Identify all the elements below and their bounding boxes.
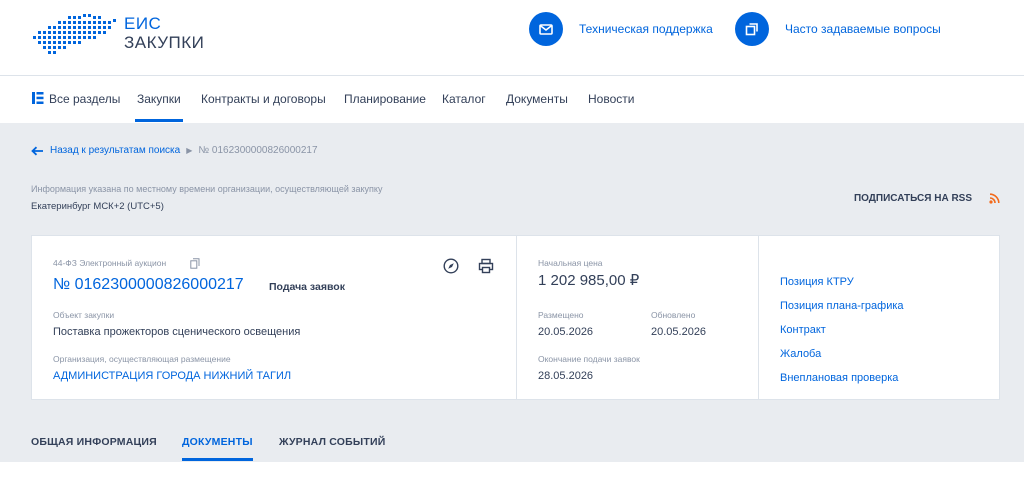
compass-icon[interactable]: [443, 258, 459, 274]
print-icon[interactable]: [478, 258, 494, 274]
object-value: Поставка прожекторов сценического освеще…: [53, 326, 301, 338]
russia-map-logo-icon[interactable]: [30, 12, 120, 58]
object-label: Объект закупки: [53, 310, 115, 320]
back-to-results-link[interactable]: Назад к результатам поиска: [50, 145, 180, 156]
placed-value: 20.05.2026: [538, 326, 594, 338]
content-area: [0, 462, 1024, 483]
purchase-type: 44-ФЗ Электронный аукцион: [53, 258, 167, 268]
organization-label: Организация, осуществляющая размещение: [53, 354, 231, 364]
unscheduled-inspection-link[interactable]: Внеплановая проверка: [780, 372, 898, 384]
header: ЕИС ЗАКУПКИ Техническая поддержка Часто …: [0, 0, 1024, 75]
tech-support-link[interactable]: Техническая поддержка: [529, 12, 713, 46]
purchase-card: 44-ФЗ Электронный аукцион № 016230000082…: [31, 235, 1000, 400]
initial-price-label: Начальная цена: [538, 258, 603, 268]
ktru-position-link[interactable]: Позиция КТРУ: [780, 276, 854, 288]
nav-all-sections[interactable]: Все разделы: [49, 92, 120, 106]
chevron-right-icon: ▶: [186, 146, 193, 155]
main-nav: Все разделы Закупки Контракты и договоры…: [0, 75, 1024, 123]
sections-icon[interactable]: [31, 91, 45, 105]
contract-link[interactable]: Контракт: [780, 324, 826, 336]
nav-planning[interactable]: Планирование: [344, 92, 426, 106]
tab-general-info[interactable]: ОБЩАЯ ИНФОРМАЦИЯ: [31, 436, 157, 448]
nav-documents[interactable]: Документы: [506, 92, 568, 106]
end-date-label: Окончание подачи заявок: [538, 354, 640, 364]
updated-value: 20.05.2026: [651, 326, 707, 338]
end-date-value: 28.05.2026: [538, 370, 594, 382]
arrow-left-icon[interactable]: [31, 146, 44, 156]
copy-icon[interactable]: [190, 258, 200, 269]
price-dates: Начальная цена 1 202 985,00 ₽ Размещено …: [516, 236, 758, 399]
registry-number-link[interactable]: № 0162300000826000217: [53, 276, 244, 294]
faq-link[interactable]: Часто задаваемые вопросы: [735, 12, 941, 46]
tab-event-log[interactable]: ЖУРНАЛ СОБЫТИЙ: [279, 436, 386, 448]
brand-name[interactable]: ЕИС ЗАКУПКИ: [124, 14, 204, 52]
tab-documents[interactable]: ДОКУМЕНТЫ: [182, 436, 253, 461]
updated-label: Обновлено: [651, 310, 696, 320]
brand-line1: ЕИС: [124, 14, 162, 33]
nav-contracts[interactable]: Контракты и договоры: [201, 92, 326, 106]
organization-link[interactable]: АДМИНИСТРАЦИЯ ГОРОДА НИЖНИЙ ТАГИЛ: [53, 370, 291, 382]
rss-icon[interactable]: [989, 193, 1000, 204]
tech-support-label: Техническая поддержка: [579, 22, 713, 36]
faq-label: Часто задаваемые вопросы: [785, 22, 941, 36]
brand-line2: ЗАКУПКИ: [124, 33, 205, 52]
plan-schedule-position-link[interactable]: Позиция плана-графика: [780, 300, 904, 312]
breadcrumb: Назад к результатам поиска ▶ № 016230000…: [31, 145, 318, 156]
copy-windows-icon: [735, 12, 769, 46]
nav-purchases[interactable]: Закупки: [135, 92, 183, 122]
nav-news[interactable]: Новости: [588, 92, 634, 106]
complaint-link[interactable]: Жалоба: [780, 348, 821, 360]
mail-icon: [529, 12, 563, 46]
breadcrumb-current: № 0162300000826000217: [198, 145, 318, 156]
detail-tabs: ОБЩАЯ ИНФОРМАЦИЯ ДОКУМЕНТЫ ЖУРНАЛ СОБЫТИ…: [0, 422, 1024, 462]
timezone-value: Екатеринбург МСК+2 (UTC+5): [31, 201, 164, 212]
status-badge: Подача заявок: [269, 281, 345, 293]
initial-price-value: 1 202 985,00 ₽: [538, 272, 640, 289]
subscribe-rss-button[interactable]: ПОДПИСАТЬСЯ НА RSS: [854, 193, 972, 204]
placed-label: Размещено: [538, 310, 584, 320]
related-links: Позиция КТРУ Позиция плана-графика Контр…: [758, 236, 1001, 399]
timezone-note: Информация указана по местному времени о…: [31, 184, 383, 194]
nav-catalog[interactable]: Каталог: [442, 92, 486, 106]
purchase-main-info: 44-ФЗ Электронный аукцион № 016230000082…: [32, 236, 516, 399]
